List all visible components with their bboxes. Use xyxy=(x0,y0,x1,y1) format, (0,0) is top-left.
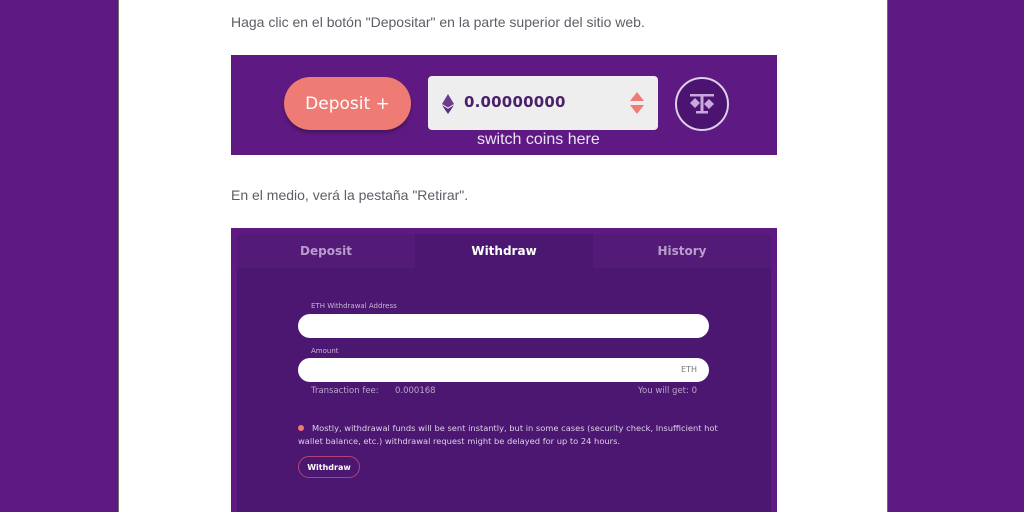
scale-icon xyxy=(690,94,714,114)
deposit-button[interactable]: Deposit + xyxy=(284,77,411,130)
up-down-arrows-icon[interactable] xyxy=(630,92,644,114)
amount-input[interactable]: ETH xyxy=(298,358,709,382)
fairness-button[interactable] xyxy=(675,77,729,131)
withdraw-button[interactable]: Withdraw xyxy=(298,456,360,478)
panel-tabs: Deposit Withdraw History xyxy=(237,234,771,268)
fee-value: 0.000168 xyxy=(395,386,436,396)
balance-value: 0.00000000 xyxy=(464,93,566,111)
article-page: Haga clic en el botón "Depositar" en la … xyxy=(119,0,887,512)
amount-label: Amount xyxy=(311,347,339,355)
tab-deposit[interactable]: Deposit xyxy=(237,234,415,268)
withdraw-notice: Mostly, withdrawal funds will be sent in… xyxy=(298,422,718,448)
you-will-get: You will get: 0 xyxy=(637,386,697,396)
withdraw-panel-screenshot: Deposit Withdraw History ETH Withdrawal … xyxy=(231,228,777,512)
notice-text: Mostly, withdrawal funds will be sent in… xyxy=(298,423,718,446)
tab-withdraw[interactable]: Withdraw xyxy=(415,234,593,268)
switch-coins-caption: switch coins here xyxy=(477,131,600,148)
coin-selector[interactable]: 0.00000000 xyxy=(428,76,658,130)
withdraw-form: ETH Withdrawal Address Amount ETH Transa… xyxy=(237,268,771,512)
amount-currency: ETH xyxy=(681,365,697,374)
ethereum-icon xyxy=(442,94,454,114)
step1-instruction: Haga clic en el botón "Depositar" en la … xyxy=(231,14,645,30)
deposit-banner-screenshot: Deposit + 0.00000000 switch coins here xyxy=(231,55,777,155)
address-label: ETH Withdrawal Address xyxy=(311,302,397,310)
tab-history[interactable]: History xyxy=(593,234,771,268)
bullet-dot xyxy=(298,424,304,431)
step2-instruction: En el medio, verá la pestaña "Retirar". xyxy=(231,187,469,203)
address-input[interactable] xyxy=(298,314,709,338)
fee-label: Transaction fee: xyxy=(311,386,379,396)
